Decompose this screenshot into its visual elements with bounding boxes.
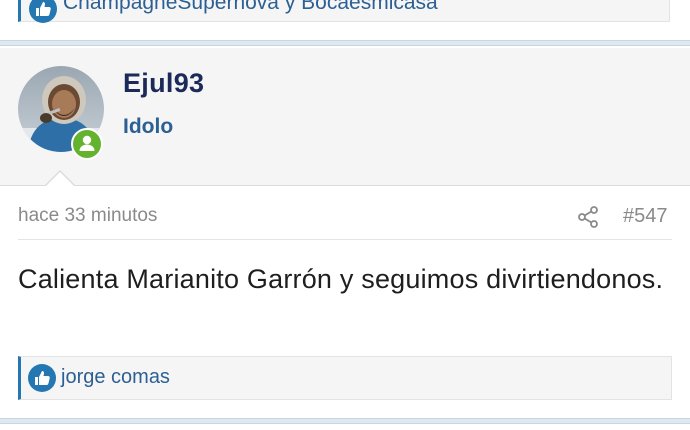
meta-divider <box>18 239 672 240</box>
user-block-arrow-fill <box>45 172 75 187</box>
post-number-link[interactable]: #547 <box>623 205 668 228</box>
post-timestamp[interactable]: hace 33 minutos <box>18 205 157 227</box>
post-separator-bottom <box>0 418 690 424</box>
thread-page: ChampagneSupernova y Bocaesmicasa Ejul93… <box>0 0 690 430</box>
user-title: Idolo <box>123 115 174 138</box>
previous-reactions-text[interactable]: ChampagneSupernova y Bocaesmicasa <box>63 0 438 15</box>
user-online-icon <box>71 128 103 160</box>
user-block-border <box>0 185 690 186</box>
thumbs-up-icon <box>28 364 56 392</box>
username-link[interactable]: Ejul93 <box>123 68 204 99</box>
post-body: Calienta Marianito Garrón y seguimos div… <box>18 264 664 294</box>
message-user-block <box>0 48 690 185</box>
reactions-bar[interactable]: jorge comas <box>18 356 672 400</box>
post-separator <box>0 40 690 46</box>
thumbs-up-icon <box>29 0 57 23</box>
reactions-text[interactable]: jorge comas <box>61 366 170 389</box>
share-icon[interactable] <box>576 205 600 229</box>
previous-reactions-bar[interactable]: ChampagneSupernova y Bocaesmicasa <box>18 0 670 23</box>
